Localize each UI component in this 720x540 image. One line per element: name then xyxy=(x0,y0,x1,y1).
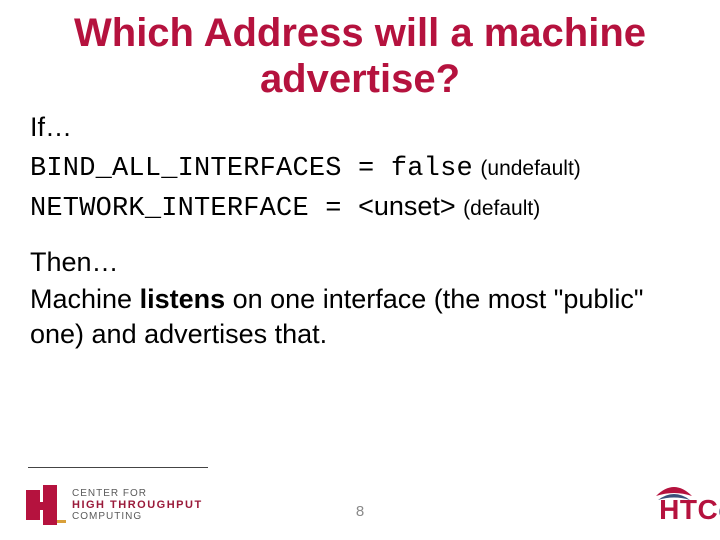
if-label: If… xyxy=(30,110,690,145)
setting-1-note: (undefault) xyxy=(480,157,580,180)
slide-title: Which Address will a machine advertise? xyxy=(30,10,690,102)
setting-line-2: NETWORK_INTERFACE = <unset> (default) xyxy=(30,189,690,227)
then-label: Then… xyxy=(30,245,690,280)
desc-pre: Machine xyxy=(30,284,140,314)
setting-2-lhs: NETWORK_INTERFACE = xyxy=(30,194,358,224)
setting-2-rhs: <unset> xyxy=(358,191,456,221)
setting-1-lhs: BIND_ALL_INTERFACES = false xyxy=(30,154,473,184)
condor-swoosh-icon xyxy=(654,482,694,516)
footer-divider xyxy=(28,467,208,468)
slide-body: If… BIND_ALL_INTERFACES = false (undefau… xyxy=(30,110,690,353)
description: Machine listens on one interface (the mo… xyxy=(30,282,690,352)
chtc-logo: CENTER FOR HIGH THROUGHPUT COMPUTING xyxy=(26,484,203,526)
desc-bold: listens xyxy=(140,284,226,314)
chtc-logo-icon xyxy=(26,484,66,526)
chtc-logo-text: CENTER FOR HIGH THROUGHPUT COMPUTING xyxy=(72,488,203,522)
htcondor-logo: HTCondor xyxy=(659,494,694,526)
chtc-line-2: HIGH THROUGHPUT xyxy=(72,499,203,511)
footer: CENTER FOR HIGH THROUGHPUT COMPUTING 8 H… xyxy=(0,466,720,526)
page-number: 8 xyxy=(356,503,364,520)
slide: Which Address will a machine advertise? … xyxy=(0,0,720,540)
chtc-line-3: COMPUTING xyxy=(72,511,203,522)
setting-2-note: (default) xyxy=(463,197,540,220)
setting-line-1: BIND_ALL_INTERFACES = false (undefault) xyxy=(30,149,690,187)
chtc-line-1: CENTER FOR xyxy=(72,488,203,499)
